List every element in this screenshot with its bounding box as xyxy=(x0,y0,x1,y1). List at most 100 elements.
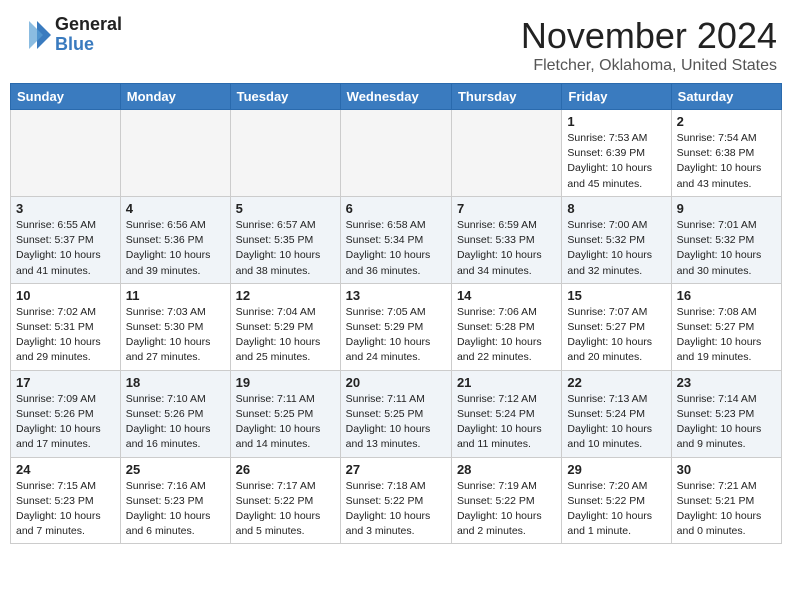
day-number: 25 xyxy=(126,462,225,477)
calendar-cell: 9Sunrise: 7:01 AM Sunset: 5:32 PM Daylig… xyxy=(671,196,781,283)
weekday-header: Sunday xyxy=(11,84,121,110)
calendar-cell: 19 Sunrise: 7:11 AM Sunset: 5:25 PM Dayli… xyxy=(230,370,340,457)
day-info: Sunrise: 7:02 AM Sunset: 5:31 PM Dayligh… xyxy=(16,305,115,366)
day-info: Sunrise: 7:13 AM Sunset: 5:24 PM Dayligh… xyxy=(567,392,665,453)
location-title: Fletcher, Oklahoma, United States xyxy=(521,57,777,75)
page-header: General Blue November 2024 Fletcher, Okl… xyxy=(10,10,782,75)
day-number: 23 xyxy=(677,375,776,390)
title-block: November 2024 Fletcher, Oklahoma, United… xyxy=(521,15,777,75)
calendar-week-row: 1 Sunrise: 7:53 AM Sunset: 6:39 PM Daylig… xyxy=(11,110,782,197)
calendar-cell: 27Sunrise: 7:18 AM Sunset: 5:22 PM Dayli… xyxy=(340,457,451,544)
day-number: 28 xyxy=(457,462,556,477)
day-info: Sunrise: 7:12 AM Sunset: 5:24 PM Dayligh… xyxy=(457,392,556,453)
day-number: 29 xyxy=(567,462,665,477)
day-number: 7 xyxy=(457,201,556,216)
calendar-cell xyxy=(451,110,561,197)
day-number: 30 xyxy=(677,462,776,477)
day-info: Sunrise: 7:54 AM Sunset: 6:38 PM Dayligh… xyxy=(677,131,776,192)
weekday-header: Wednesday xyxy=(340,84,451,110)
calendar-cell: 20 Sunrise: 7:11 AM Sunset: 5:25 PM Dayli… xyxy=(340,370,451,457)
day-info: Sunrise: 7:07 AM Sunset: 5:27 PM Dayligh… xyxy=(567,305,665,366)
day-info: Sunrise: 7:17 AM Sunset: 5:22 PM Dayligh… xyxy=(236,479,335,540)
calendar-cell xyxy=(230,110,340,197)
calendar-table: SundayMondayTuesdayWednesdayThursdayFrid… xyxy=(10,83,782,544)
calendar-cell: 1 Sunrise: 7:53 AM Sunset: 6:39 PM Daylig… xyxy=(562,110,671,197)
day-info: Sunrise: 7:11 AM Sunset: 5:25 PM Dayligh… xyxy=(346,392,446,453)
day-info: Sunrise: 7:10 AM Sunset: 5:26 PM Dayligh… xyxy=(126,392,225,453)
calendar-cell xyxy=(120,110,230,197)
day-info: Sunrise: 7:01 AM Sunset: 5:32 PM Dayligh… xyxy=(677,218,776,279)
calendar-week-row: 10 Sunrise: 7:02 AM Sunset: 5:31 PM Dayli… xyxy=(11,283,782,370)
calendar-cell: 26Sunrise: 7:17 AM Sunset: 5:22 PM Dayli… xyxy=(230,457,340,544)
logo-blue-text: Blue xyxy=(55,35,122,55)
day-number: 20 xyxy=(346,375,446,390)
calendar-cell: 4Sunrise: 6:56 AM Sunset: 5:36 PM Daylig… xyxy=(120,196,230,283)
day-number: 13 xyxy=(346,288,446,303)
day-info: Sunrise: 7:05 AM Sunset: 5:29 PM Dayligh… xyxy=(346,305,446,366)
calendar-cell: 30 Sunrise: 7:21 AM Sunset: 5:21 PM Dayli… xyxy=(671,457,781,544)
calendar-cell xyxy=(340,110,451,197)
day-info: Sunrise: 7:11 AM Sunset: 5:25 PM Dayligh… xyxy=(236,392,335,453)
day-number: 6 xyxy=(346,201,446,216)
calendar-cell: 5 Sunrise: 6:57 AM Sunset: 5:35 PM Daylig… xyxy=(230,196,340,283)
weekday-header: Tuesday xyxy=(230,84,340,110)
calendar-week-row: 3Sunrise: 6:55 AM Sunset: 5:37 PM Daylig… xyxy=(11,196,782,283)
weekday-header: Friday xyxy=(562,84,671,110)
day-number: 5 xyxy=(236,201,335,216)
day-info: Sunrise: 7:08 AM Sunset: 5:27 PM Dayligh… xyxy=(677,305,776,366)
day-number: 8 xyxy=(567,201,665,216)
day-number: 10 xyxy=(16,288,115,303)
calendar-cell: 6 Sunrise: 6:58 AM Sunset: 5:34 PM Daylig… xyxy=(340,196,451,283)
day-number: 15 xyxy=(567,288,665,303)
day-number: 12 xyxy=(236,288,335,303)
calendar-week-row: 24Sunrise: 7:15 AM Sunset: 5:23 PM Dayli… xyxy=(11,457,782,544)
calendar-cell: 28Sunrise: 7:19 AM Sunset: 5:22 PM Dayli… xyxy=(451,457,561,544)
logo-text: General Blue xyxy=(55,15,122,55)
calendar-cell: 3Sunrise: 6:55 AM Sunset: 5:37 PM Daylig… xyxy=(11,196,121,283)
day-number: 19 xyxy=(236,375,335,390)
weekday-header: Thursday xyxy=(451,84,561,110)
day-number: 1 xyxy=(567,114,665,129)
day-info: Sunrise: 7:14 AM Sunset: 5:23 PM Dayligh… xyxy=(677,392,776,453)
weekday-header: Monday xyxy=(120,84,230,110)
day-number: 17 xyxy=(16,375,115,390)
day-info: Sunrise: 6:56 AM Sunset: 5:36 PM Dayligh… xyxy=(126,218,225,279)
calendar-cell: 11Sunrise: 7:03 AM Sunset: 5:30 PM Dayli… xyxy=(120,283,230,370)
calendar-cell: 29 Sunrise: 7:20 AM Sunset: 5:22 PM Dayli… xyxy=(562,457,671,544)
calendar-cell: 25 Sunrise: 7:16 AM Sunset: 5:23 PM Dayli… xyxy=(120,457,230,544)
day-info: Sunrise: 6:55 AM Sunset: 5:37 PM Dayligh… xyxy=(16,218,115,279)
calendar-cell: 2 Sunrise: 7:54 AM Sunset: 6:38 PM Daylig… xyxy=(671,110,781,197)
day-info: Sunrise: 7:20 AM Sunset: 5:22 PM Dayligh… xyxy=(567,479,665,540)
day-info: Sunrise: 7:53 AM Sunset: 6:39 PM Dayligh… xyxy=(567,131,665,192)
calendar-cell: 15 Sunrise: 7:07 AM Sunset: 5:27 PM Dayli… xyxy=(562,283,671,370)
day-info: Sunrise: 7:09 AM Sunset: 5:26 PM Dayligh… xyxy=(16,392,115,453)
calendar-cell: 8 Sunrise: 7:00 AM Sunset: 5:32 PM Daylig… xyxy=(562,196,671,283)
day-number: 18 xyxy=(126,375,225,390)
calendar-week-row: 17 Sunrise: 7:09 AM Sunset: 5:26 PM Dayli… xyxy=(11,370,782,457)
day-info: Sunrise: 7:15 AM Sunset: 5:23 PM Dayligh… xyxy=(16,479,115,540)
day-number: 22 xyxy=(567,375,665,390)
day-number: 2 xyxy=(677,114,776,129)
calendar-cell: 14Sunrise: 7:06 AM Sunset: 5:28 PM Dayli… xyxy=(451,283,561,370)
calendar-cell: 18 Sunrise: 7:10 AM Sunset: 5:26 PM Dayli… xyxy=(120,370,230,457)
calendar-cell: 24Sunrise: 7:15 AM Sunset: 5:23 PM Dayli… xyxy=(11,457,121,544)
logo-icon xyxy=(15,17,51,53)
calendar-header-row: SundayMondayTuesdayWednesdayThursdayFrid… xyxy=(11,84,782,110)
month-title: November 2024 xyxy=(521,15,777,57)
day-info: Sunrise: 6:58 AM Sunset: 5:34 PM Dayligh… xyxy=(346,218,446,279)
calendar-cell: 16Sunrise: 7:08 AM Sunset: 5:27 PM Dayli… xyxy=(671,283,781,370)
day-number: 27 xyxy=(346,462,446,477)
calendar-cell: 17 Sunrise: 7:09 AM Sunset: 5:26 PM Dayli… xyxy=(11,370,121,457)
day-number: 21 xyxy=(457,375,556,390)
weekday-header: Saturday xyxy=(671,84,781,110)
day-info: Sunrise: 7:21 AM Sunset: 5:21 PM Dayligh… xyxy=(677,479,776,540)
calendar-cell: 12Sunrise: 7:04 AM Sunset: 5:29 PM Dayli… xyxy=(230,283,340,370)
calendar-cell: 23 Sunrise: 7:14 AM Sunset: 5:23 PM Dayli… xyxy=(671,370,781,457)
day-info: Sunrise: 6:57 AM Sunset: 5:35 PM Dayligh… xyxy=(236,218,335,279)
day-number: 14 xyxy=(457,288,556,303)
day-info: Sunrise: 7:16 AM Sunset: 5:23 PM Dayligh… xyxy=(126,479,225,540)
day-info: Sunrise: 7:00 AM Sunset: 5:32 PM Dayligh… xyxy=(567,218,665,279)
day-number: 11 xyxy=(126,288,225,303)
calendar-cell xyxy=(11,110,121,197)
logo-general: General xyxy=(55,15,122,35)
